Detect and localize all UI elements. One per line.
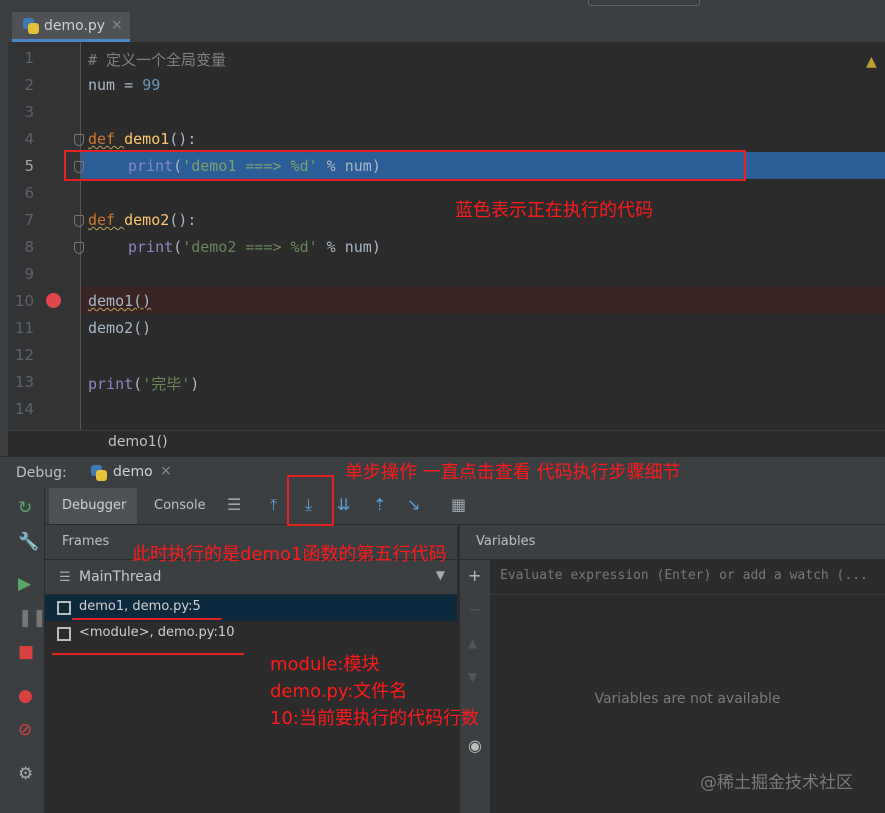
annotation-underline-module: [52, 653, 244, 655]
evaluate-expression-icon[interactable]: ▦: [451, 495, 466, 514]
editor-tab-demo-py[interactable]: demo.py ×: [12, 12, 130, 42]
line-number: 4: [24, 130, 34, 148]
code-line-8: print('demo2 ===> %d' % num): [128, 238, 381, 256]
annotation-line-note: 10:当前要执行的代码行数: [270, 708, 479, 729]
tab-debugger[interactable]: Debugger: [49, 488, 137, 524]
variables-panel-header: Variables: [459, 525, 885, 559]
annotation-box-current-line: [64, 150, 746, 181]
editor-gutter[interactable]: [8, 42, 81, 430]
variables-side-toolbar: + − ▲ ▼ ◉: [459, 560, 491, 813]
annotation-file-note: demo.py:文件名: [270, 681, 408, 702]
annotation-blue-note: 蓝色表示正在执行的代码: [455, 200, 653, 221]
frame-label: demo1, demo.py:5: [79, 599, 201, 614]
python-file-icon: [23, 18, 39, 34]
annotation-underline-frame: [72, 618, 222, 620]
resume-icon[interactable]: ▶: [18, 574, 31, 594]
debug-label: Debug:: [16, 465, 67, 481]
show-execution-point-icon[interactable]: ⤒: [270, 495, 277, 515]
line-number: 8: [24, 238, 34, 256]
code-line-11: demo2(): [88, 319, 152, 337]
python-run-icon: [91, 465, 107, 481]
line-number: 9: [24, 265, 34, 283]
frame-label: <module>, demo.py:10: [79, 625, 235, 640]
line-number: 12: [14, 346, 34, 364]
line-number: 7: [24, 211, 34, 229]
line-number: 2: [24, 76, 34, 94]
variables-empty-message: Variables are not available: [594, 691, 781, 707]
step-out-icon[interactable]: ⇡: [373, 495, 386, 514]
top-button[interactable]: [588, 0, 700, 6]
left-tool-strip: [0, 10, 8, 465]
line-number: 6: [24, 184, 34, 202]
breakpoint-line-highlight: [81, 287, 885, 314]
line-number: 1: [24, 49, 34, 67]
code-line-2: num = 99: [88, 76, 161, 94]
line-number: 14: [14, 400, 34, 418]
close-icon[interactable]: ×: [160, 463, 172, 479]
watermark: @稀土掘金技术社区: [700, 773, 853, 793]
rerun-icon[interactable]: ↻: [18, 498, 32, 518]
code-line-10: demo1(): [88, 292, 152, 310]
annotation-frame-note: 此时执行的是demo1函数的第五行代码: [132, 544, 447, 565]
line-number: 13: [14, 373, 34, 391]
move-up-icon[interactable]: ▲: [468, 636, 477, 650]
breadcrumb[interactable]: demo1(): [8, 430, 885, 455]
fold-marker-icon[interactable]: [74, 242, 84, 254]
breadcrumb-item[interactable]: demo1(): [108, 434, 168, 450]
layout-menu-icon[interactable]: ☰: [227, 495, 241, 514]
step-into-my-code-icon[interactable]: ⇊: [337, 495, 350, 514]
variables-title: Variables: [476, 534, 536, 549]
thread-name: MainThread: [79, 569, 162, 585]
annotation-box-step-over: [287, 475, 334, 526]
move-down-icon[interactable]: ▼: [468, 670, 477, 684]
debugger-toolbar: Debugger Console ☰ ⤒ ⤓ ⇊ ⇡ ↘ ▦: [45, 488, 885, 525]
tab-console[interactable]: Console: [154, 498, 206, 513]
debug-side-toolbar: ↻ 🔧 ▶ ❚❚ ■ ● ⊘ ⚙: [0, 488, 47, 813]
frame-icon: [57, 627, 71, 641]
evaluate-expression-field[interactable]: [490, 560, 885, 595]
line-number: 5: [24, 157, 34, 175]
line-number: 3: [24, 103, 34, 121]
annotation-module-note: module:模块: [270, 654, 380, 675]
add-watch-icon[interactable]: +: [468, 566, 481, 585]
debug-config-label: demo: [113, 464, 153, 480]
stop-icon[interactable]: ■: [18, 642, 34, 662]
code-line-4: def demo1():: [88, 130, 197, 148]
gear-icon[interactable]: ⚙: [18, 764, 33, 784]
eye-icon[interactable]: ◉: [468, 736, 482, 755]
settings-wrench-icon[interactable]: 🔧: [18, 532, 39, 552]
annotation-step-note: 单步操作 一直点击查看 代码执行步骤细节: [345, 462, 681, 483]
code-editor[interactable]: [81, 42, 885, 430]
editor-tab-bar: demo.py ×: [8, 10, 885, 43]
remove-watch-icon[interactable]: −: [468, 600, 481, 619]
chevron-down-icon[interactable]: ▼: [436, 568, 445, 582]
evaluate-input[interactable]: [498, 567, 882, 584]
code-line-13: print('完毕'): [88, 375, 200, 393]
mute-breakpoints-icon[interactable]: ⊘: [18, 720, 32, 740]
editor-tab-label: demo.py: [44, 18, 106, 34]
code-line-7: def demo2():: [88, 211, 197, 229]
frame-icon: [57, 601, 71, 615]
window-top-strip: [0, 0, 885, 10]
fold-marker-icon[interactable]: [74, 215, 84, 227]
close-icon[interactable]: ×: [111, 17, 123, 33]
fold-marker-icon[interactable]: [74, 134, 84, 146]
view-breakpoints-icon[interactable]: ●: [18, 686, 33, 706]
frames-title: Frames: [62, 534, 110, 549]
frame-item[interactable]: <module>, demo.py:10: [45, 621, 457, 647]
warning-icon[interactable]: ▲: [866, 54, 877, 70]
breakpoint-icon[interactable]: [46, 293, 61, 308]
debug-config-tab[interactable]: demo ×: [86, 457, 182, 489]
thread-icon: ☰: [59, 570, 71, 585]
run-to-cursor-icon[interactable]: ↘: [407, 495, 420, 514]
line-number: 10: [14, 292, 34, 310]
pause-icon[interactable]: ❚❚: [18, 608, 47, 628]
code-line-1: # 定义一个全局变量: [88, 51, 227, 69]
line-number: 11: [14, 319, 34, 337]
